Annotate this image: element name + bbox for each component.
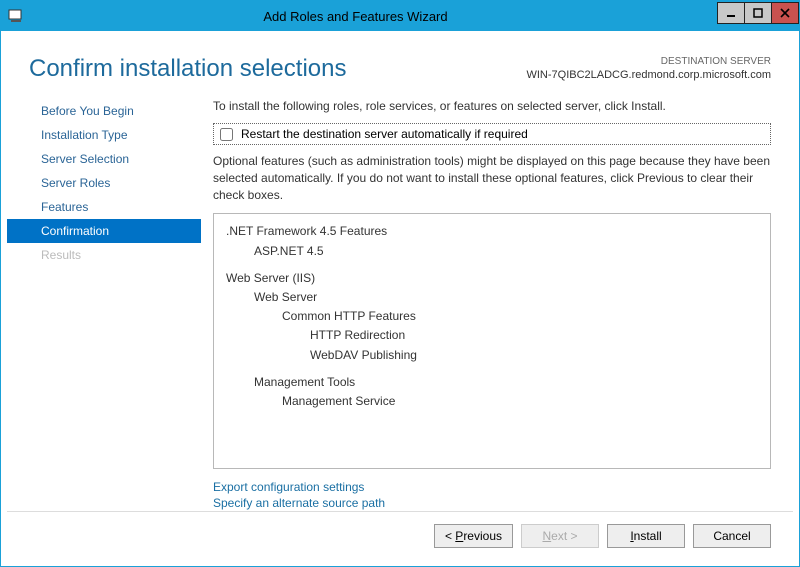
footer: < Previous Next > Install Cancel: [7, 511, 793, 560]
nav-item-server-roles[interactable]: Server Roles: [7, 171, 201, 195]
minimize-button[interactable]: [717, 2, 745, 24]
main-panel: To install the following roles, role ser…: [201, 91, 793, 511]
wizard-nav: Before You BeginInstallation TypeServer …: [7, 91, 201, 511]
alternate-source-link[interactable]: Specify an alternate source path: [213, 495, 771, 511]
destination-label: DESTINATION SERVER: [526, 55, 771, 68]
spacer: [220, 365, 764, 373]
cancel-button[interactable]: Cancel: [693, 524, 771, 548]
page-header: Confirm installation selections DESTINAT…: [7, 37, 793, 91]
window-title: Add Roles and Features Wizard: [33, 9, 678, 24]
nav-item-installation-type[interactable]: Installation Type: [7, 123, 201, 147]
window-controls: [718, 2, 799, 24]
feature-item: .NET Framework 4.5 Features: [220, 222, 764, 241]
page-title: Confirm installation selections: [29, 55, 346, 83]
nav-item-server-selection[interactable]: Server Selection: [7, 147, 201, 171]
spacer: [220, 261, 764, 269]
destination-value: WIN-7QIBC2LADCG.redmond.corp.microsoft.c…: [526, 68, 771, 82]
optional-text: Optional features (such as administratio…: [213, 153, 771, 203]
restart-label: Restart the destination server automatic…: [241, 127, 528, 141]
app-icon: [7, 7, 25, 25]
next-button: Next >: [521, 524, 599, 548]
feature-item: Management Tools: [220, 373, 764, 392]
feature-item: ASP.NET 4.5: [220, 242, 764, 261]
client-area: Confirm installation selections DESTINAT…: [7, 37, 793, 560]
titlebar: Add Roles and Features Wizard: [1, 1, 799, 31]
feature-item: WebDAV Publishing: [220, 346, 764, 365]
feature-item: Common HTTP Features: [220, 307, 764, 326]
close-button[interactable]: [771, 2, 799, 24]
links: Export configuration settings Specify an…: [213, 469, 771, 511]
body: Before You BeginInstallation TypeServer …: [7, 91, 793, 511]
nav-item-before-you-begin[interactable]: Before You Begin: [7, 99, 201, 123]
feature-item: Web Server (IIS): [220, 269, 764, 288]
install-button[interactable]: Install: [607, 524, 685, 548]
wizard-window: Add Roles and Features Wizard Confirm in…: [0, 0, 800, 567]
restart-checkbox[interactable]: [220, 128, 233, 141]
feature-item: HTTP Redirection: [220, 326, 764, 345]
feature-item: Management Service: [220, 392, 764, 411]
destination-server: DESTINATION SERVER WIN-7QIBC2LADCG.redmo…: [526, 55, 771, 82]
export-config-link[interactable]: Export configuration settings: [213, 479, 771, 495]
features-list: .NET Framework 4.5 FeaturesASP.NET 4.5 We…: [213, 213, 771, 469]
restart-checkbox-row[interactable]: Restart the destination server automatic…: [213, 123, 771, 145]
intro-text: To install the following roles, role ser…: [213, 99, 771, 113]
previous-button[interactable]: < Previous: [434, 524, 513, 548]
maximize-button[interactable]: [744, 2, 772, 24]
nav-item-confirmation[interactable]: Confirmation: [7, 219, 201, 243]
feature-item: Web Server: [220, 288, 764, 307]
nav-item-results: Results: [7, 243, 201, 267]
nav-item-features[interactable]: Features: [7, 195, 201, 219]
